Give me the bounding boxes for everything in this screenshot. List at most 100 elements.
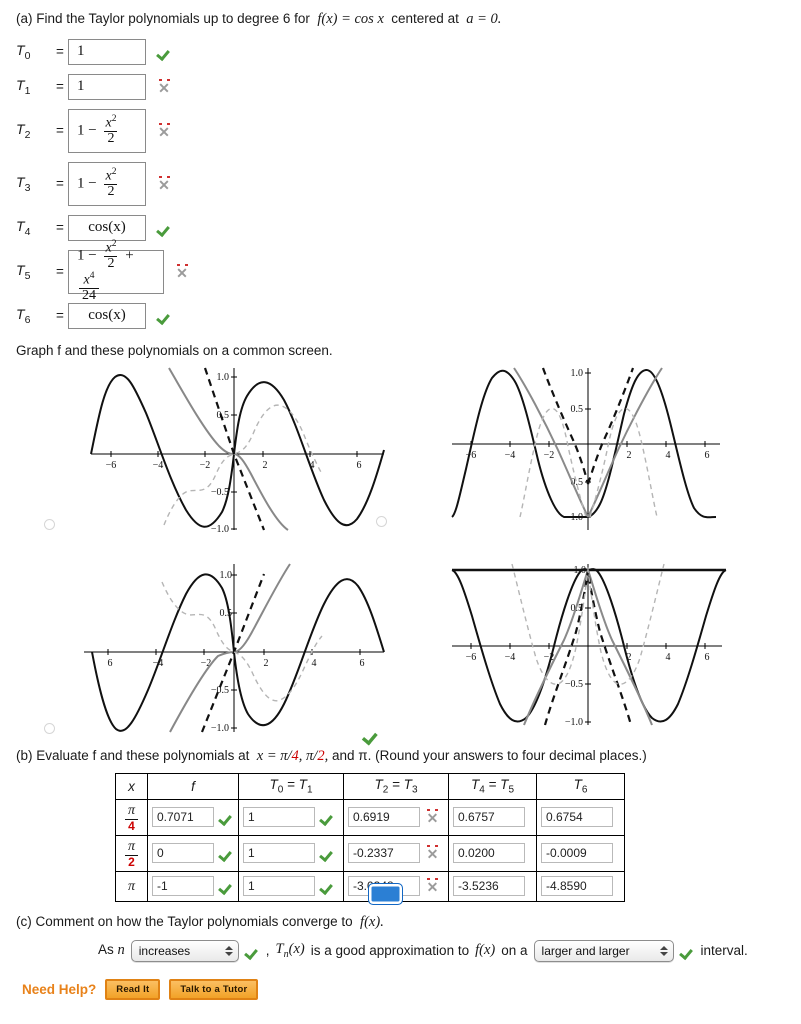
select-interval-size[interactable]: larger and larger — [533, 939, 674, 962]
equals-t2: = — [56, 123, 64, 139]
svg-text:6: 6 — [705, 450, 710, 461]
pi-numerator: π — [127, 802, 135, 818]
taylor-label-t6: T6 — [16, 305, 31, 326]
input-t45[interactable]: 0.6757 — [453, 807, 525, 828]
value-t45: -3.5236 — [458, 879, 499, 894]
talk-to-tutor-button[interactable]: Talk to a Tutor — [169, 978, 259, 1000]
input-f[interactable]: 0 — [152, 843, 214, 864]
read-it-button[interactable]: Read It — [105, 978, 161, 1000]
input-t45[interactable]: 0.0200 — [453, 843, 525, 864]
taylor-expr-t2: 1 − x2 2 — [77, 114, 121, 147]
taylor-sub-t2: 2 — [24, 128, 31, 141]
x-mark-icon: ✕ — [158, 78, 170, 96]
input-t01[interactable]: 1 — [243, 843, 315, 864]
input-t6[interactable]: -4.8590 — [541, 876, 613, 897]
taylor-sub-t4: 4 — [24, 225, 31, 238]
table-row: π 4 0.7071 1 0.6919 ✕ 0.6757 0.6754 — [115, 798, 625, 836]
fraction-pi-over-4: π 4 — [125, 802, 138, 832]
graph-radio-1[interactable] — [44, 518, 55, 530]
status-t6 — [153, 309, 175, 323]
taylor-row-t0: T0 = 1 — [8, 38, 801, 65]
graph-option-2[interactable]: −6 −4 −2 246 1.0 0.5 0.5 1.0 — [376, 364, 770, 539]
graph-options-grid: −6 −4 −2 246 1.0 0.5 −0.5 −1.0 −6 −4 −2 … — [8, 360, 801, 905]
taylor-input-t1[interactable]: 1 — [68, 73, 146, 100]
check-icon — [157, 309, 172, 323]
select-convergence-n-value: increases — [138, 943, 191, 958]
input-t23[interactable]: -0.2337 — [348, 843, 420, 864]
cell-t45: 0.0200 — [448, 834, 537, 872]
svg-text:−2: −2 — [200, 460, 211, 471]
cell-f: 0.7071 — [147, 798, 239, 836]
fraction-x2-over-2: x2 2 — [104, 166, 118, 199]
taylor-input-t4[interactable]: cos(x) — [68, 214, 146, 241]
fraction-x4-over-24: x4 24 — [79, 271, 99, 304]
cell-t6: -0.0009 — [536, 834, 625, 872]
cell-t45: 0.6757 — [448, 798, 537, 836]
input-t6[interactable]: -0.0009 — [541, 843, 613, 864]
value-t6: -4.8590 — [546, 879, 587, 894]
svg-text:2: 2 — [264, 658, 269, 669]
curve-f — [451, 567, 727, 722]
check-icon — [219, 810, 234, 824]
input-t45[interactable]: -3.5236 — [453, 876, 525, 897]
svg-text:0.5: 0.5 — [571, 404, 584, 415]
x-mark-icon: ✕ — [426, 878, 439, 896]
table-row: π 2 0 1 -0.2337 ✕ 0.0200 -0.0009 — [115, 834, 625, 872]
part-a-prompt: (a) Find the Taylor polynomials up to de… — [16, 10, 801, 30]
input-t23[interactable]: 0.6919 — [348, 807, 420, 828]
input-t01[interactable]: 1 — [243, 807, 315, 828]
input-f[interactable]: -1 — [152, 876, 214, 897]
svg-text:−4: −4 — [153, 460, 164, 471]
as-n-label: As n — [98, 942, 125, 959]
pi-denominator: 2 — [125, 854, 138, 869]
input-t6[interactable]: 0.6754 — [541, 807, 613, 828]
graph-option-4[interactable]: −6−4−2 246 1.00.5 −0.5−1.0 — [368, 560, 770, 905]
taylor-label-t0: T0 — [16, 41, 31, 62]
curve-t45 — [161, 581, 323, 702]
graph-4-svg: −6−4−2 246 1.00.5 −0.5−1.0 — [451, 563, 727, 728]
equals-t0: = — [56, 44, 64, 60]
taylor-sub-t3: 3 — [24, 181, 31, 194]
taylor-input-t2[interactable]: 1 − x2 2 — [68, 108, 146, 153]
value-t01: 1 — [248, 879, 255, 894]
part-c-text: (c) Comment on how the Taylor polynomial… — [16, 913, 353, 929]
denominator-4: 4 — [291, 747, 299, 764]
select-convergence-n[interactable]: increases — [130, 939, 239, 962]
graph-radio-3[interactable] — [44, 722, 55, 734]
value-t6: -0.0009 — [546, 846, 587, 861]
check-icon — [320, 810, 335, 824]
chevron-updown-icon — [224, 945, 233, 956]
svg-text:−1.0: −1.0 — [211, 723, 229, 734]
taylor-input-t5[interactable]: 1 − x2 2 + x4 24 — [68, 239, 164, 303]
check-icon — [157, 221, 172, 235]
check-icon — [219, 879, 234, 893]
x-mark-icon: ✕ — [426, 809, 439, 827]
graph-radio-4[interactable] — [368, 882, 403, 905]
tail-text: interval. — [700, 943, 748, 959]
graph-radio-2[interactable] — [376, 515, 387, 527]
status-t5: ✕ — [171, 263, 193, 280]
taylor-label-t3: T3 — [16, 173, 31, 194]
part-a-prompt-mid: centered at — [391, 11, 459, 26]
taylor-input-t6[interactable]: cos(x) — [68, 302, 146, 329]
select-interval-size-value: larger and larger — [541, 943, 630, 958]
status-t3: ✕ — [153, 175, 175, 192]
graph-option-1[interactable]: −6 −4 −2 246 1.0 0.5 −0.5 −1.0 — [44, 364, 396, 539]
taylor-expr-t3: 1 − x2 2 — [77, 166, 121, 200]
fraction-x2-over-2: x2 2 — [104, 238, 118, 271]
input-f[interactable]: 0.7071 — [152, 807, 214, 828]
pi-numerator: π — [127, 838, 135, 854]
taylor-input-t3[interactable]: 1 − x2 2 — [68, 161, 146, 206]
svg-text:6: 6 — [108, 658, 113, 669]
input-t01[interactable]: 1 — [243, 876, 315, 897]
graph-1-svg: −6 −4 −2 246 1.00.5 −0.5−1.0 — [90, 367, 385, 534]
cell-t6: 0.6754 — [536, 798, 625, 836]
part-a-function: f(x) = cos x — [317, 11, 384, 27]
graph-option-3[interactable]: 6 −4 −2 246 1.0 0.5 −0.5 −1.0 — [44, 560, 396, 735]
header-x: x — [115, 772, 148, 800]
taylor-input-t0[interactable]: 1 — [68, 38, 146, 65]
taylor-value-t1: 1 — [77, 78, 85, 95]
taylor-sub-t6: 6 — [24, 313, 31, 326]
graph-instruction: Graph f and these polynomials on a commo… — [16, 342, 333, 358]
header-t4-t5: T4 = T5 — [448, 772, 537, 800]
